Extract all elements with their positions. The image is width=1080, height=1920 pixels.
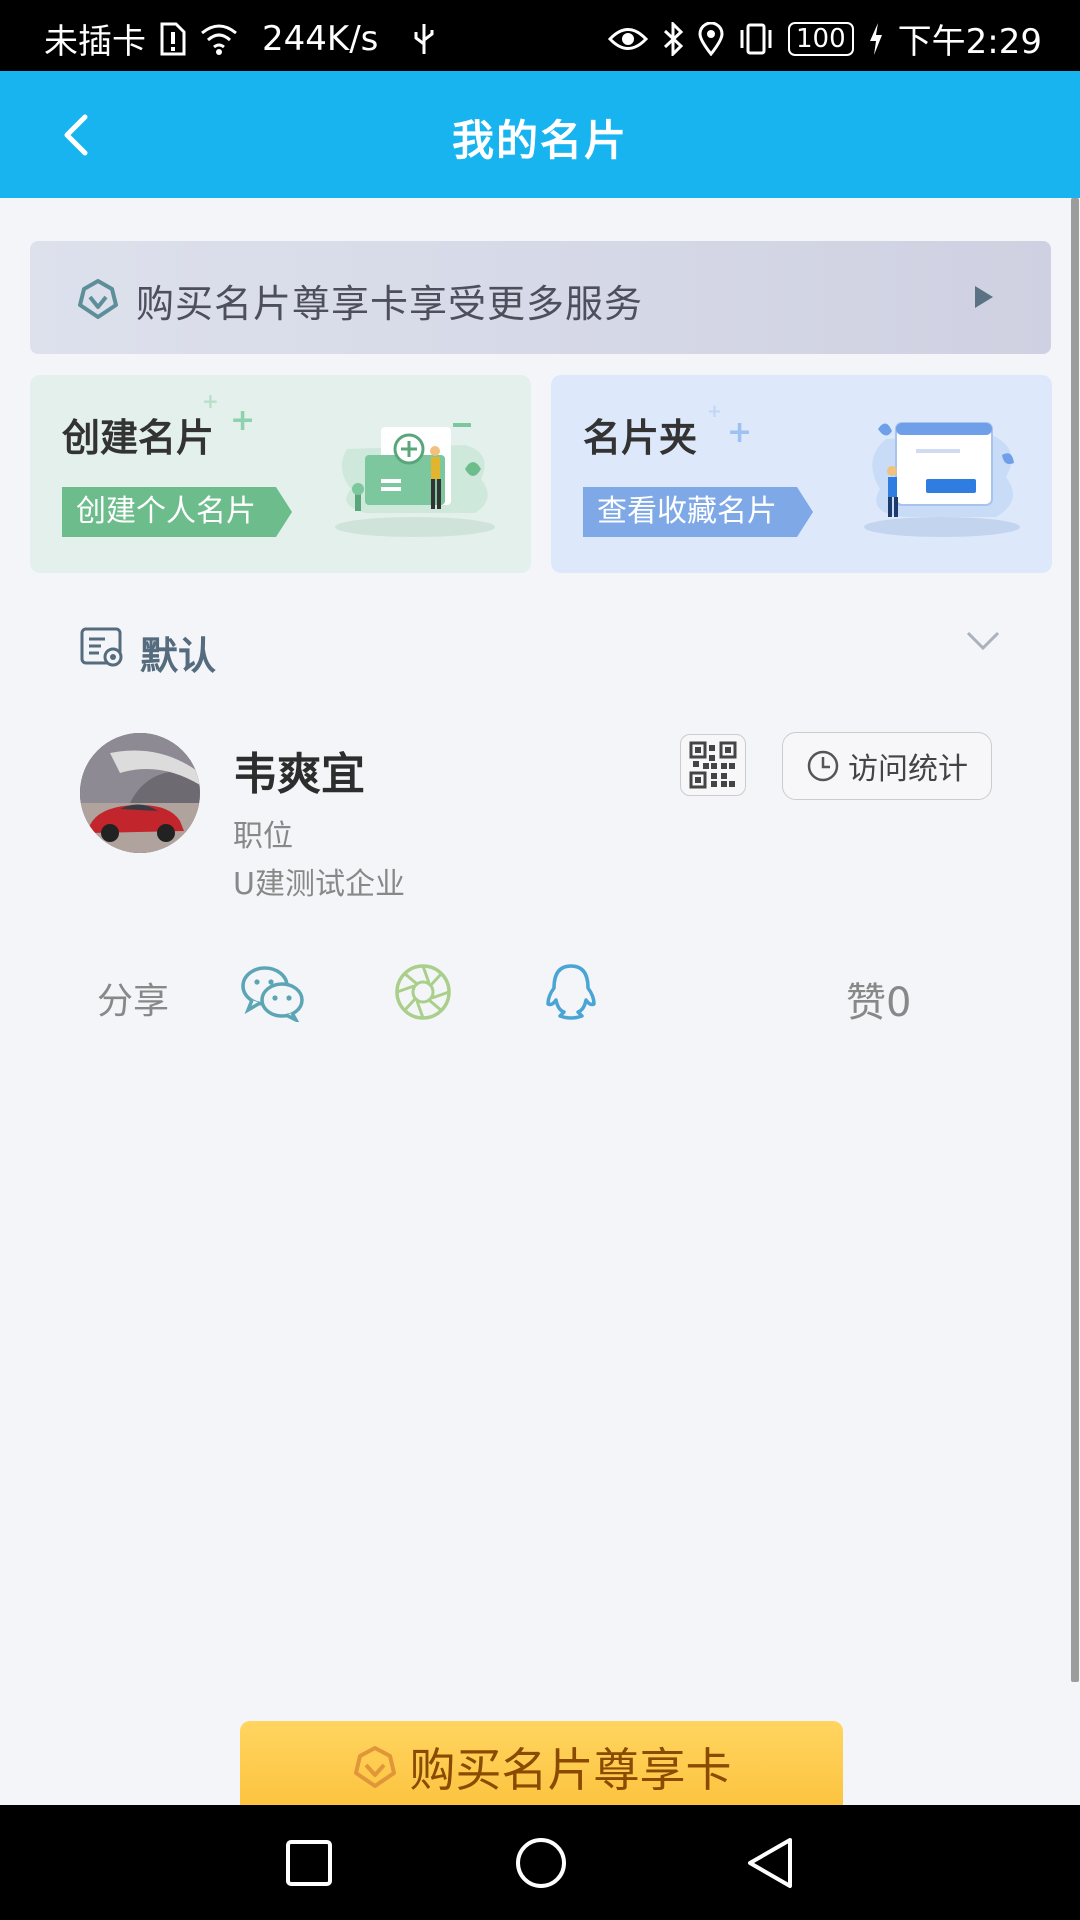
- card-folder-tag: 查看收藏名片: [583, 487, 813, 537]
- status-bar: 未插卡 244K/s 100 下午2:29: [0, 0, 1080, 71]
- page-title: 我的名片: [451, 116, 628, 165]
- card-folder-title: 名片夹: [583, 416, 698, 460]
- carrier-text: 未插卡: [44, 22, 146, 62]
- location-icon: [698, 21, 724, 56]
- share-row: 分享 赞0: [0, 960, 1080, 1026]
- recents-square-icon[interactable]: [285, 1839, 333, 1887]
- avatar[interactable]: [80, 733, 200, 853]
- vibrate-icon: [740, 23, 772, 54]
- card-settings-icon: [80, 627, 123, 667]
- create-card-tile[interactable]: 创建名片 + + 创建个人名片: [30, 375, 531, 573]
- plus-decor-icon: +: [727, 415, 753, 450]
- crown-icon: [78, 279, 118, 319]
- usb-icon: [414, 23, 434, 54]
- share-label: 分享: [97, 981, 170, 1022]
- back-triangle-icon[interactable]: [746, 1836, 794, 1890]
- plus-decor-icon: +: [707, 401, 723, 422]
- qq-icon[interactable]: [544, 962, 598, 1022]
- app-header: 我的名片: [0, 71, 1080, 198]
- card-folder-illustration: [864, 422, 1020, 537]
- card-folder-tile[interactable]: 名片夹 + + 查看收藏名片: [551, 375, 1052, 573]
- scrollbar[interactable]: [1071, 198, 1079, 1682]
- clock-icon: [807, 750, 839, 782]
- visit-stats-button[interactable]: 访问统计: [782, 732, 992, 800]
- vip-promo-banner[interactable]: 购买名片尊享卡享受更多服务: [30, 241, 1051, 354]
- promo-text: 购买名片尊享卡享受更多服务: [136, 282, 644, 326]
- bluetooth-icon: [663, 21, 684, 56]
- moments-icon[interactable]: [393, 962, 453, 1022]
- card-company: U建测试企业: [233, 867, 405, 902]
- wifi-icon: [201, 24, 237, 55]
- eye-icon: [608, 27, 648, 50]
- play-arrow-icon: [975, 286, 993, 308]
- system-nav-bar: [0, 1805, 1080, 1920]
- buy-vip-card-label: 购买名片尊享卡: [409, 1743, 732, 1797]
- avatar-car-photo: [80, 733, 200, 853]
- create-card-title: 创建名片: [62, 416, 215, 460]
- create-card-illustration: [335, 423, 495, 537]
- crown-icon: [353, 1746, 396, 1788]
- buy-vip-card-button[interactable]: 购买名片尊享卡: [240, 1721, 843, 1813]
- card-owner-name: 韦爽宜: [233, 749, 365, 800]
- qr-code-icon: [689, 741, 737, 789]
- sim-alert-icon: [160, 22, 186, 55]
- card-position: 职位: [233, 819, 293, 854]
- battery-indicator: 100: [788, 21, 854, 56]
- clock: 下午2:29: [897, 22, 1042, 62]
- default-card-header[interactable]: 默认: [80, 623, 1000, 678]
- create-card-tag: 创建个人名片: [62, 487, 292, 537]
- chevron-down-icon[interactable]: [966, 631, 1000, 651]
- network-speed: 244K/s: [262, 18, 379, 59]
- home-circle-icon[interactable]: [514, 1836, 568, 1890]
- likes-count[interactable]: 赞0: [846, 970, 911, 1028]
- charging-icon: [869, 22, 882, 55]
- plus-decor-icon: +: [202, 389, 219, 413]
- visit-stats-label: 访问统计: [848, 752, 968, 787]
- default-card-label: 默认: [140, 634, 217, 678]
- plus-decor-icon: +: [230, 403, 256, 438]
- qr-code-button[interactable]: [680, 734, 746, 796]
- wechat-icon[interactable]: [240, 962, 306, 1022]
